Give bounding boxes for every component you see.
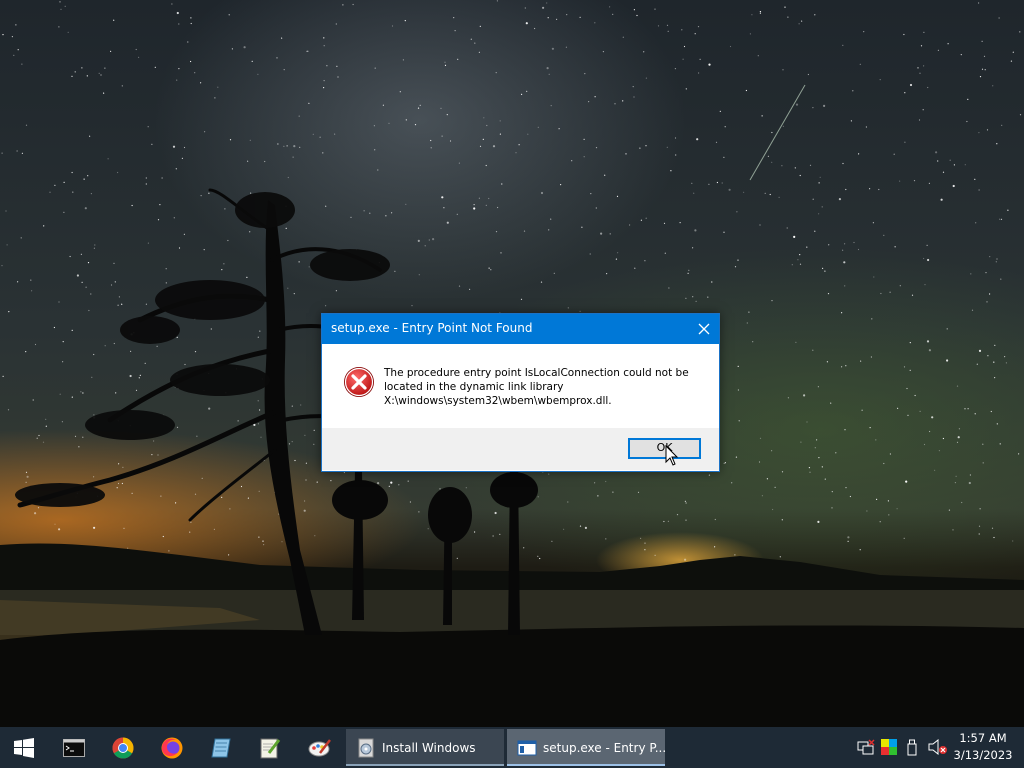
task-label: setup.exe - Entry P...: [543, 741, 667, 755]
color-icon[interactable]: [881, 739, 897, 755]
start-button[interactable]: [0, 727, 48, 768]
close-button[interactable]: [689, 314, 719, 344]
dialog-footer: OK: [322, 428, 719, 470]
taskbar-firefox[interactable]: [148, 727, 196, 768]
usb-icon[interactable]: [906, 739, 918, 756]
window-icon: [517, 740, 537, 756]
network-icon[interactable]: [857, 739, 875, 755]
notepad-icon: [211, 738, 231, 757]
clock-date: 3/13/2023: [953, 748, 1013, 762]
error-icon: [344, 367, 374, 397]
dialog-body: The procedure entry point IsLocalConnect…: [322, 344, 719, 428]
clock-time: 1:57 AM: [959, 731, 1007, 745]
command-prompt-icon: [63, 738, 85, 757]
paint-icon: [308, 738, 331, 756]
taskbar-notepad[interactable]: [197, 727, 245, 768]
error-message: The procedure entry point IsLocalConnect…: [384, 367, 689, 407]
dialog-title: setup.exe - Entry Point Not Found: [331, 321, 533, 335]
task-label: Install Windows: [382, 741, 476, 755]
chrome-icon: [112, 737, 134, 758]
taskbar-task-setup-error[interactable]: setup.exe - Entry P...: [507, 729, 667, 766]
taskbar-clock[interactable]: 1:57 AM 3/13/2023: [950, 730, 1016, 764]
volume-muted-icon[interactable]: [928, 739, 948, 755]
taskbar-task-install-windows[interactable]: Install Windows: [346, 729, 504, 766]
close-icon: [698, 323, 710, 335]
taskbar: Install Windows setup.exe - Entry P... 1…: [0, 727, 1024, 768]
windows-logo-icon: [14, 737, 34, 758]
taskbar-chrome[interactable]: [99, 727, 147, 768]
dialog-titlebar[interactable]: setup.exe - Entry Point Not Found: [322, 314, 719, 344]
setup-disc-icon: [358, 738, 374, 758]
error-dialog: setup.exe - Entry Point Not Found The pr…: [321, 313, 720, 472]
taskbar-notepadplusplus[interactable]: [246, 727, 294, 768]
notepadplusplus-icon: [260, 738, 281, 758]
taskbar-paint[interactable]: [296, 727, 344, 768]
mouse-cursor-icon: [665, 445, 679, 466]
firefox-icon: [161, 737, 183, 758]
taskbar-command-prompt[interactable]: [50, 727, 98, 768]
